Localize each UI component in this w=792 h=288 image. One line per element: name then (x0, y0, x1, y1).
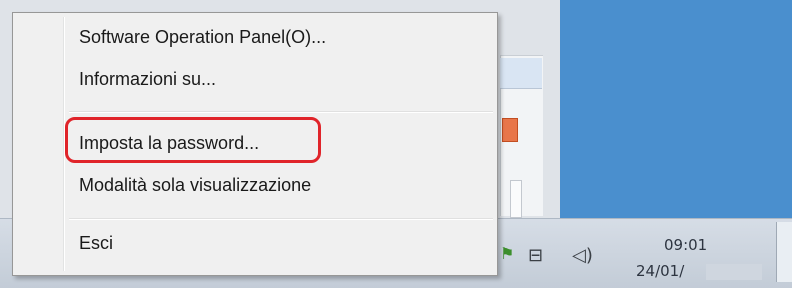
menu-separator (69, 111, 493, 113)
background-window-titlebar (500, 58, 542, 89)
clock-date-redacted (706, 264, 762, 280)
menu-item-modalita-sola-visualizzazione[interactable]: Modalità sola visualizzazione (79, 175, 311, 196)
background-window-icon (502, 118, 518, 142)
context-menu: Software Operation Panel(O)... Informazi… (12, 12, 498, 276)
menu-item-software-operation-panel[interactable]: Software Operation Panel(O)... (79, 27, 326, 48)
action-center-flag-icon[interactable]: ⚑ (500, 246, 514, 264)
volume-icon[interactable]: ◁) (572, 246, 593, 266)
clock-date[interactable]: 24/01/ (636, 262, 684, 280)
menu-item-imposta-password[interactable]: Imposta la password... (79, 133, 259, 154)
background-window-panel (510, 180, 522, 218)
menu-separator (69, 218, 493, 220)
menu-item-informazioni[interactable]: Informazioni su... (79, 69, 216, 90)
menu-item-esci[interactable]: Esci (79, 233, 113, 254)
show-desktop-button[interactable] (776, 222, 792, 282)
network-icon[interactable]: ⊟ (528, 246, 543, 266)
clock-time[interactable]: 09:01 (664, 236, 707, 254)
